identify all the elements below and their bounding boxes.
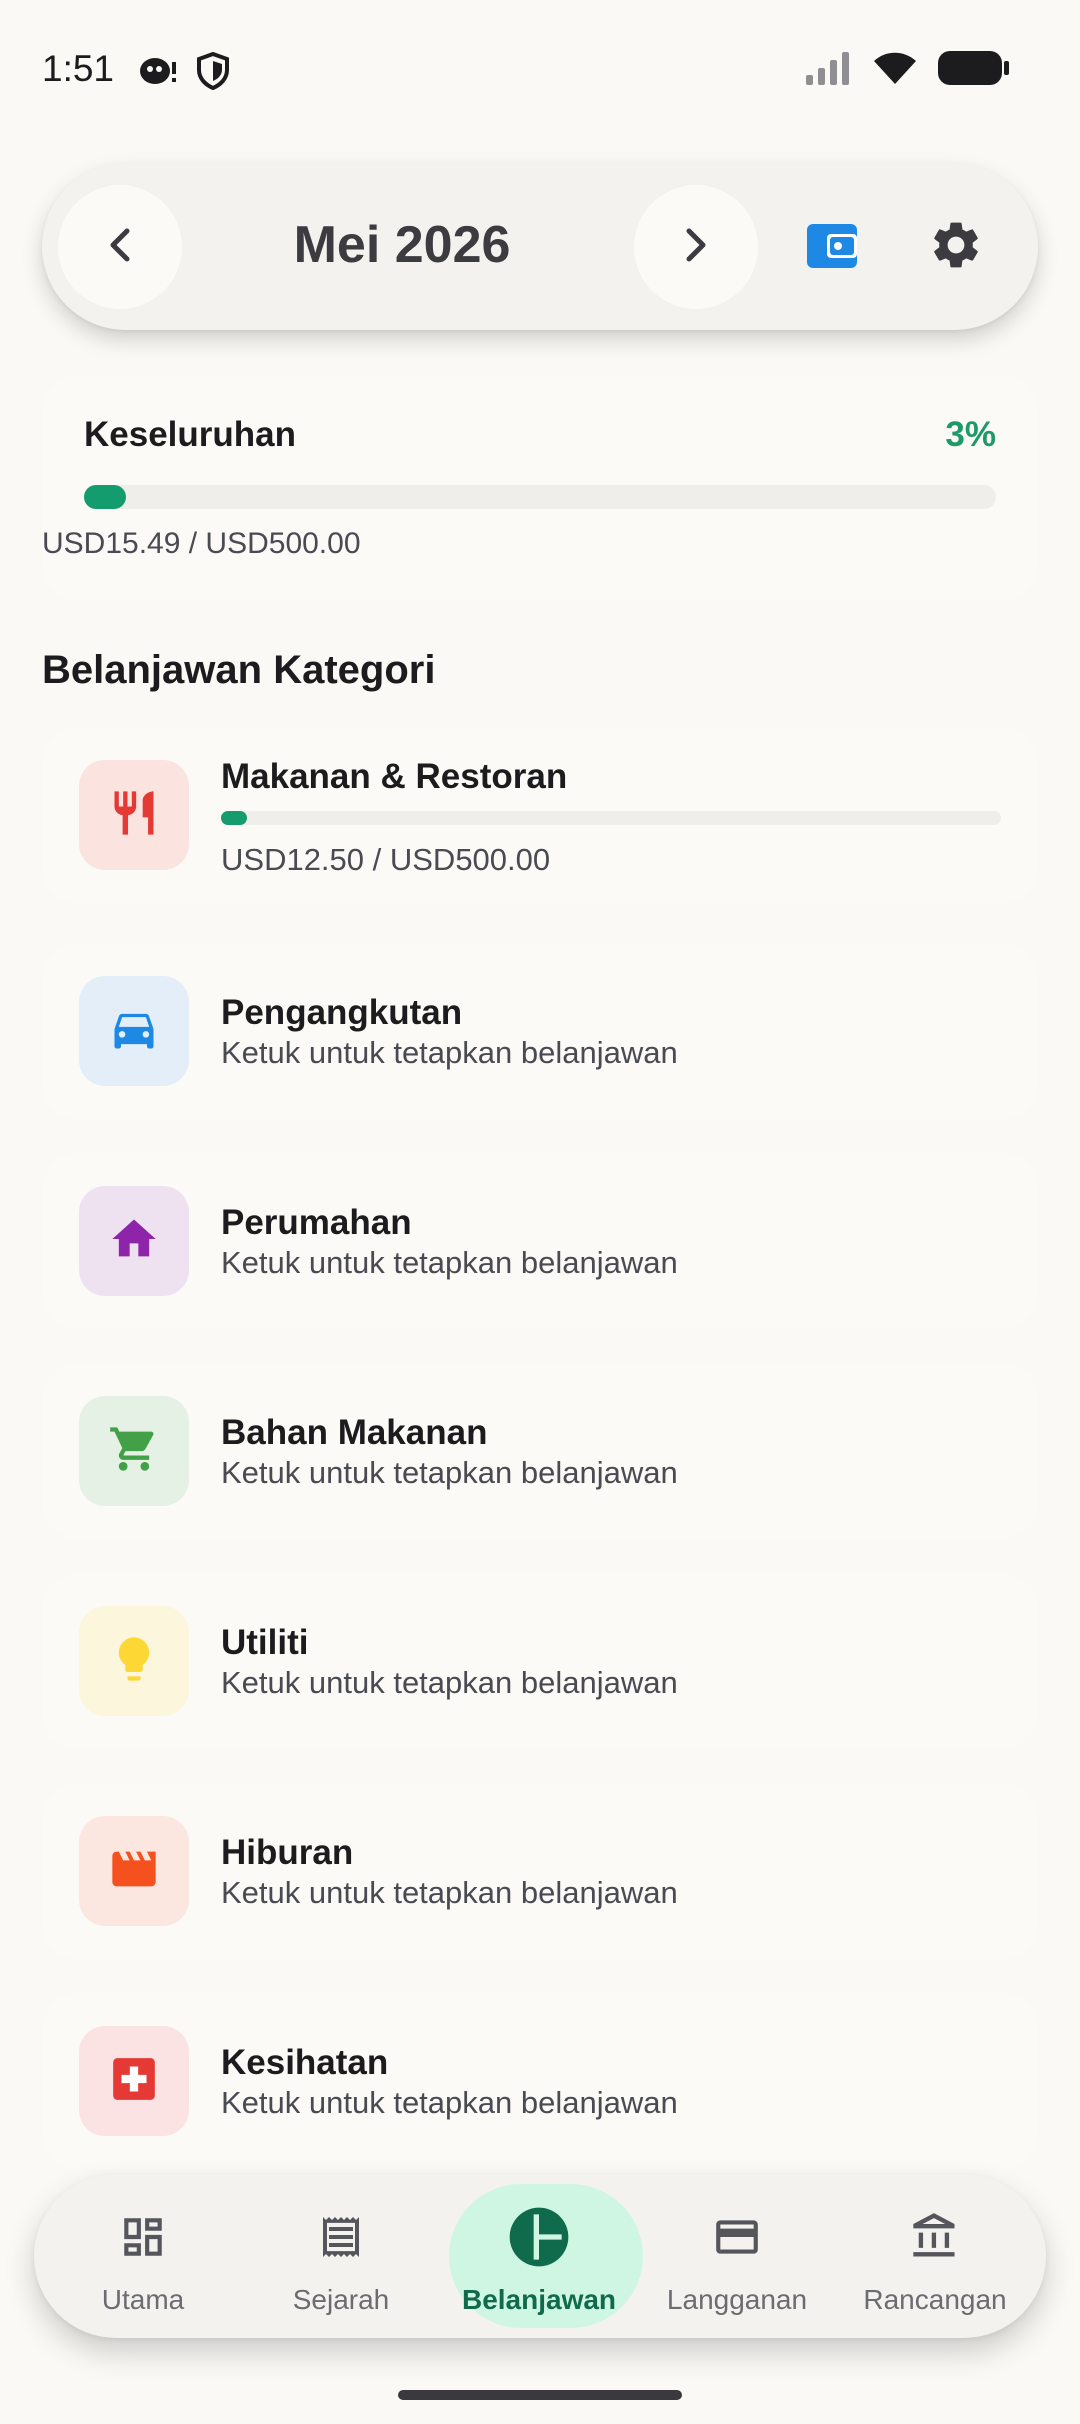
next-month-button[interactable] [634, 185, 758, 309]
movie-icon [108, 1843, 160, 1900]
month-title: Mei 2026 [293, 216, 511, 274]
category-row-hiburan[interactable]: Hiburan Ketuk untuk tetapkan belanjawan [42, 1783, 1038, 1959]
nav-label: Utama [101, 2284, 185, 2315]
category-name: Pengangkutan [221, 993, 463, 1032]
notification-icon [138, 54, 178, 93]
status-time: 1:51 [42, 48, 115, 89]
wifi-icon [872, 50, 918, 91]
category-name: Makanan & Restoran [221, 757, 568, 796]
category-icon-tile [79, 1606, 189, 1716]
gear-icon [928, 217, 984, 278]
dashboard-icon [45, 2210, 241, 2264]
category-row-bahan-makanan[interactable]: Bahan Makanan Ketuk untuk tetapkan belan… [42, 1363, 1038, 1539]
category-icon-tile [79, 760, 189, 870]
category-icon-tile [79, 2026, 189, 2136]
lightbulb-icon [108, 1633, 160, 1690]
month-header: Mei 2026 [42, 163, 1038, 330]
category-icon-tile [79, 1816, 189, 1926]
wallet-button[interactable] [800, 215, 864, 279]
category-name: Perumahan [221, 1203, 412, 1242]
battery-icon [938, 50, 1010, 91]
nav-label: Sejarah [292, 2284, 390, 2315]
overall-budget-card[interactable]: Keseluruhan 3% [42, 375, 1038, 600]
nav-item-langganan[interactable]: Langganan [639, 2174, 835, 2338]
category-row-pengangkutan[interactable]: Pengangkutan Ketuk untuk tetapkan belanj… [42, 943, 1038, 1119]
category-progress-bar [221, 811, 1001, 825]
category-subtitle: Ketuk untuk tetapkan belanjawan [221, 1875, 678, 1910]
wallet-icon [805, 220, 859, 275]
category-icon-tile [79, 976, 189, 1086]
overall-percent: 3% [945, 415, 996, 454]
category-icon-tile [79, 1396, 189, 1506]
category-subtitle: Ketuk untuk tetapkan belanjawan [221, 1455, 678, 1490]
chevron-right-icon [681, 225, 711, 270]
nav-item-sejarah[interactable]: Sejarah [243, 2174, 439, 2338]
status-bar: 1:51 [0, 0, 1080, 140]
nav-label: Belanjawan [461, 2284, 617, 2315]
previous-month-button[interactable] [58, 185, 182, 309]
nav-label: Langganan [666, 2284, 808, 2315]
nav-item-utama[interactable]: Utama [45, 2174, 241, 2338]
settings-button[interactable] [922, 213, 990, 281]
nav-item-belanjawan[interactable]: Belanjawan [441, 2174, 643, 2338]
section-title: Belanjawan Kategori [42, 648, 436, 692]
nav-label: Rancangan [863, 2284, 1007, 2315]
bank-icon [837, 2210, 1033, 2264]
chevron-left-icon [105, 225, 135, 270]
receipt-icon [243, 2210, 439, 2264]
pie-chart-icon [441, 2207, 637, 2267]
category-row-perumahan[interactable]: Perumahan Ketuk untuk tetapkan belanjawa… [42, 1153, 1038, 1329]
credit-card-icon [639, 2210, 835, 2264]
overall-progress-bar [84, 485, 996, 509]
category-subtitle: Ketuk untuk tetapkan belanjawan [221, 2085, 678, 2120]
category-row-utiliti[interactable]: Utiliti Ketuk untuk tetapkan belanjawan [42, 1573, 1038, 1749]
car-icon [108, 1003, 160, 1060]
category-progress-fill [221, 811, 247, 825]
category-name: Bahan Makanan [221, 1413, 488, 1452]
category-subtitle: Ketuk untuk tetapkan belanjawan [221, 1035, 678, 1070]
category-icon-tile [79, 1186, 189, 1296]
shield-icon [196, 51, 230, 95]
category-amount: USD12.50 / USD500.00 [221, 842, 551, 877]
home-indicator[interactable] [398, 2390, 682, 2400]
overall-label: Keseluruhan [84, 415, 296, 454]
home-icon [108, 1213, 160, 1270]
restaurant-icon [108, 787, 160, 844]
category-row-kesihatan[interactable]: Kesihatan Ketuk untuk tetapkan belanjawa… [42, 1993, 1038, 2169]
overall-progress-fill [84, 485, 126, 509]
category-subtitle: Ketuk untuk tetapkan belanjawan [221, 1665, 678, 1700]
nav-item-rancangan[interactable]: Rancangan [837, 2174, 1033, 2338]
category-name: Kesihatan [221, 2043, 389, 2082]
medical-icon [109, 2054, 159, 2109]
signal-icon [806, 51, 852, 90]
category-name: Utiliti [221, 1623, 309, 1662]
category-name: Hiburan [221, 1833, 354, 1872]
bottom-navigation: Utama Sejarah Belanjawan Langganan Ranca… [34, 2174, 1046, 2338]
cart-icon [108, 1423, 160, 1480]
category-subtitle: Ketuk untuk tetapkan belanjawan [221, 1245, 678, 1280]
overall-amount: USD15.49 / USD500.00 [42, 527, 361, 560]
